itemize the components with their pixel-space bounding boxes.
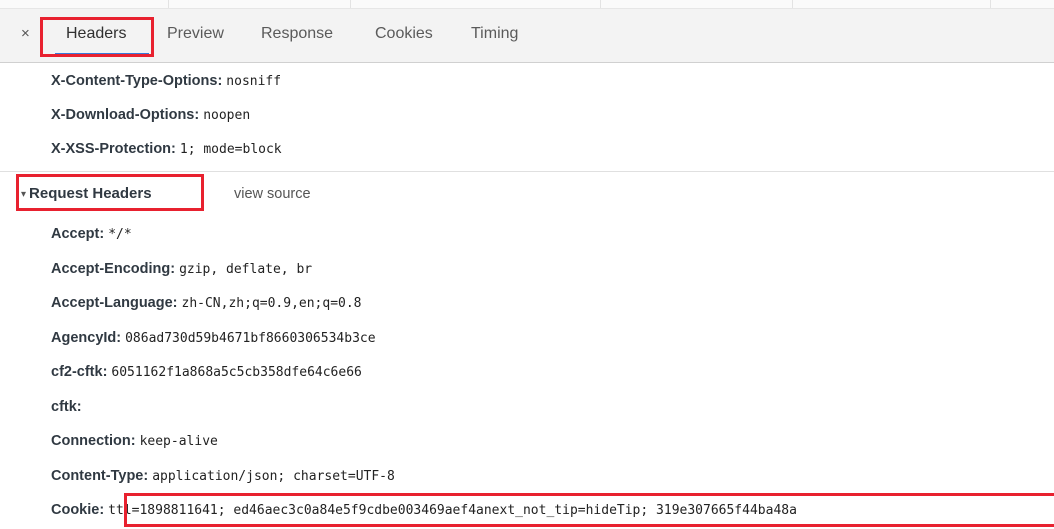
- close-icon[interactable]: ×: [21, 25, 30, 42]
- section-divider: [0, 171, 1054, 172]
- request-headers-toggle[interactable]: ▾ Request Headers: [21, 185, 152, 202]
- ruler-tick: [990, 0, 991, 8]
- header-name: X-Download-Options:: [51, 107, 200, 123]
- header-name: cftk:: [51, 399, 82, 415]
- header-value: application/json; charset=UTF-8: [152, 469, 395, 484]
- header-value: zh-CN,zh;q=0.9,en;q=0.8: [181, 296, 362, 311]
- header-name: Accept:: [51, 226, 105, 242]
- header-value: 086ad730d59b4671bf8660306534b3ce: [125, 331, 376, 346]
- header-name: cf2-cftk:: [51, 364, 108, 380]
- header-name: Connection:: [51, 433, 136, 449]
- ruler-tick: [600, 0, 601, 8]
- header-value: keep-alive: [139, 434, 218, 449]
- request-header-row: cf2-cftk: 6051162f1a868a5c5cb358dfe64c6e6…: [51, 363, 362, 382]
- request-header-row: cftk:: [51, 398, 86, 417]
- header-value: noopen: [203, 108, 251, 123]
- header-name: X-XSS-Protection:: [51, 141, 176, 157]
- view-source-link[interactable]: view source: [234, 186, 311, 202]
- tab-response[interactable]: Response: [261, 25, 333, 43]
- network-detail-tabbar: × Headers Preview Response Cookies Timin…: [0, 9, 1054, 63]
- header-name: X-Content-Type-Options:: [51, 73, 223, 89]
- header-value: 1; mode=block: [179, 142, 282, 157]
- header-name: Accept-Language:: [51, 295, 178, 311]
- header-value: ttl=1898811641; ed46aec3c0a84e5f9cdbe003…: [108, 503, 797, 518]
- tab-timing[interactable]: Timing: [471, 25, 518, 43]
- header-value: gzip, deflate, br: [179, 262, 313, 277]
- header-value: nosniff: [226, 74, 282, 89]
- header-value: */*: [108, 227, 132, 242]
- request-header-row: Accept-Encoding: gzip, deflate, br: [51, 260, 312, 279]
- top-resizer-strip: [0, 0, 1054, 9]
- tab-preview[interactable]: Preview: [167, 25, 224, 43]
- request-header-row: AgencyId: 086ad730d59b4671bf8660306534b3c…: [51, 329, 376, 348]
- ruler-tick: [168, 0, 169, 8]
- tab-headers[interactable]: Headers: [66, 25, 126, 43]
- header-name: Cookie:: [51, 502, 105, 518]
- request-header-row: Accept: */*: [51, 225, 132, 244]
- active-tab-indicator: [55, 53, 149, 56]
- section-title: Request Headers: [29, 185, 152, 202]
- tab-cookies[interactable]: Cookies: [375, 25, 433, 43]
- header-name: Accept-Encoding:: [51, 261, 176, 277]
- request-header-row: Cookie: ttl=1898811641; ed46aec3c0a84e5f9…: [51, 501, 1054, 520]
- header-value: 6051162f1a868a5c5cb358dfe64c6e66: [111, 365, 362, 380]
- request-header-row: Accept-Language: zh-CN,zh;q=0.9,en;q=0.8: [51, 294, 362, 313]
- request-header-row: Connection: keep-alive: [51, 432, 218, 451]
- request-header-row: Content-Type: application/json; charset=U…: [51, 467, 395, 486]
- header-name: Content-Type:: [51, 468, 149, 484]
- ruler-tick: [350, 0, 351, 8]
- response-header-row: X-XSS-Protection: 1; mode=block: [51, 140, 282, 159]
- response-header-row: X-Content-Type-Options: nosniff: [51, 72, 281, 91]
- ruler-tick: [792, 0, 793, 8]
- header-name: AgencyId:: [51, 330, 122, 346]
- expand-triangle-icon: ▾: [21, 189, 27, 200]
- response-header-row: X-Download-Options: noopen: [51, 106, 250, 125]
